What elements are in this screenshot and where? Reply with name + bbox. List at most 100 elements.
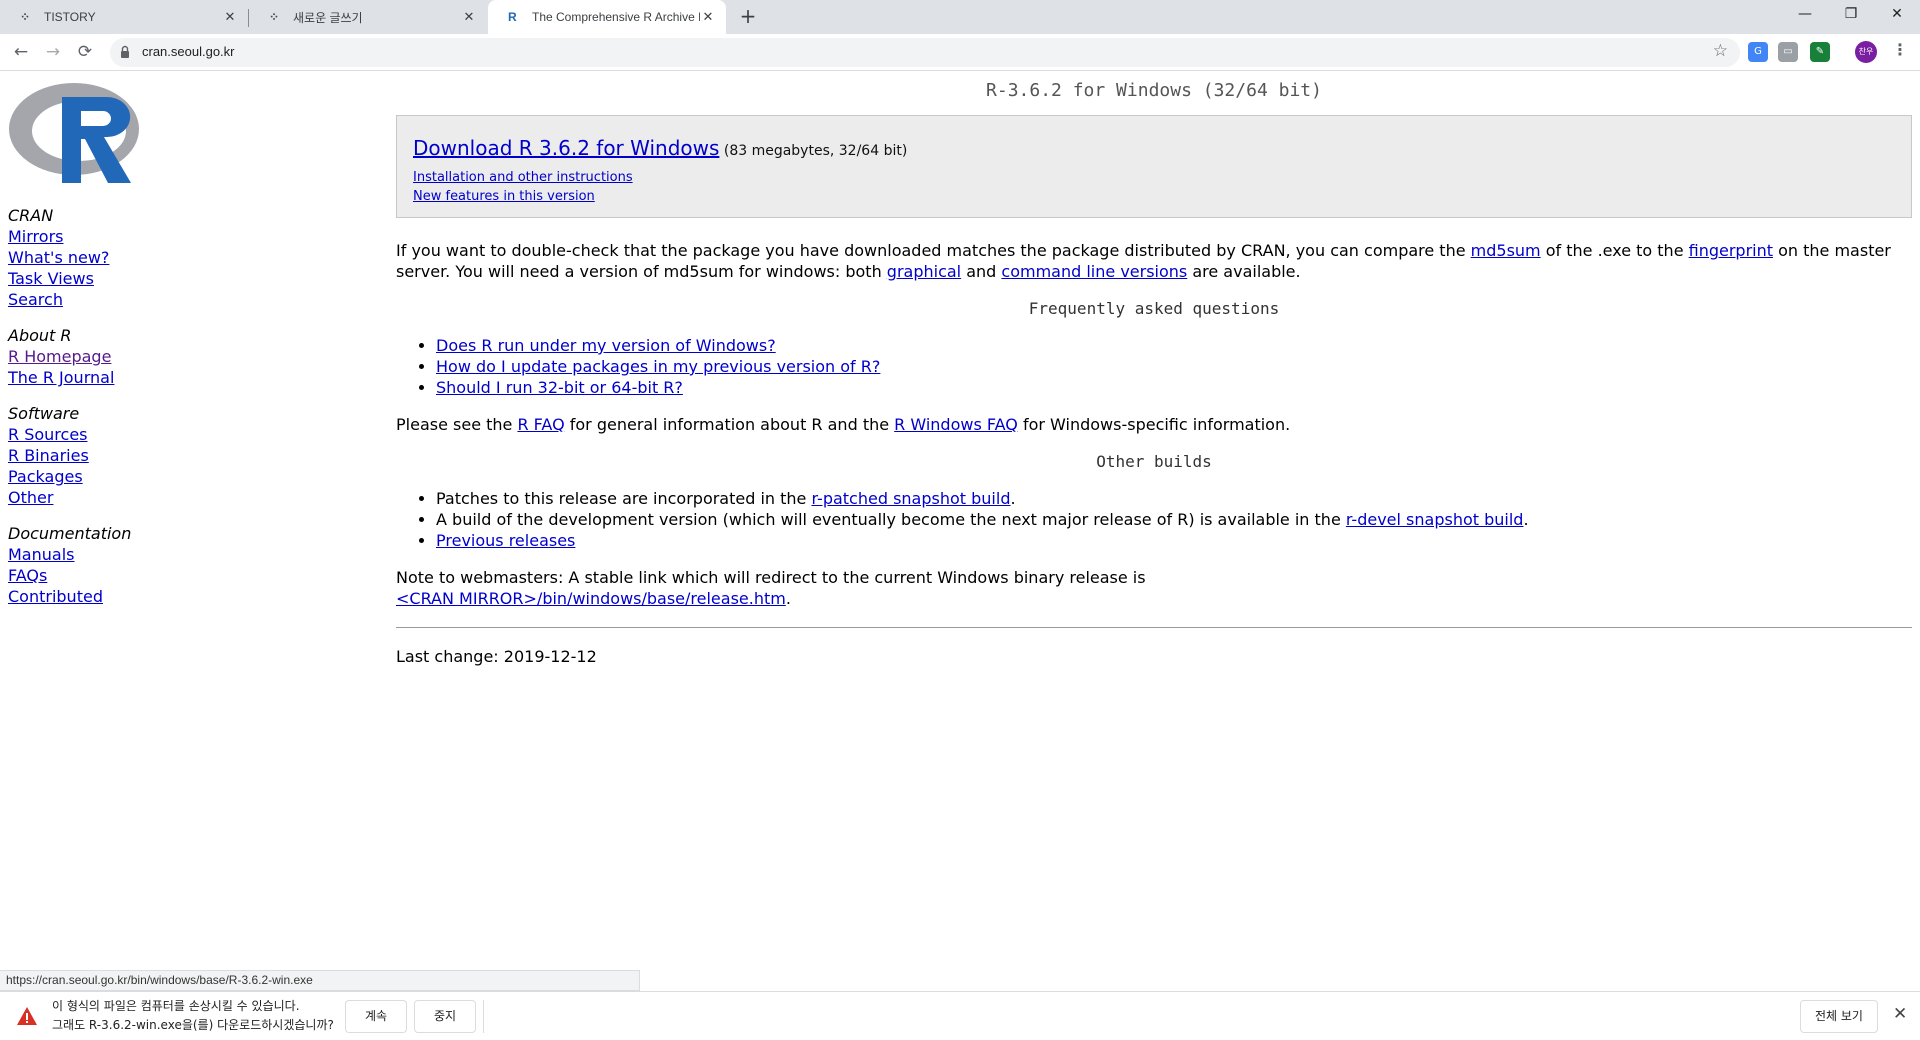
download-size-text: (83 megabytes, 32/64 bit)	[719, 143, 908, 159]
sidebar-section-title: CRAN	[8, 206, 54, 225]
minimize-button[interactable]: —	[1782, 0, 1828, 30]
other-builds-heading: Other builds	[1096, 452, 1212, 471]
paragraph-text: are available.	[1187, 262, 1301, 281]
sidebar-link-whats-new[interactable]: What's new?	[8, 247, 308, 268]
list-item: How do I update packages in my previous …	[436, 356, 1912, 377]
extension-icon[interactable]: ▭	[1778, 42, 1798, 62]
forward-button[interactable]: →	[40, 39, 66, 65]
installation-instructions-link[interactable]: Installation and other instructions	[413, 168, 1911, 187]
new-features-link[interactable]: New features in this version	[413, 187, 1911, 206]
previous-releases-link[interactable]: Previous releases	[436, 531, 575, 550]
tab-label: TISTORY	[44, 10, 96, 24]
punctuation: .	[785, 589, 791, 608]
fingerprint-link[interactable]: fingerprint	[1689, 241, 1773, 260]
r-devel-link[interactable]: r-devel snapshot build	[1346, 510, 1524, 529]
page-title: R-3.6.2 for Windows (32/64 bit)	[986, 80, 1322, 101]
close-icon[interactable]: ✕	[700, 9, 716, 25]
back-button[interactable]: ←	[8, 39, 34, 65]
restore-button[interactable]: ❐	[1828, 0, 1874, 30]
profile-avatar[interactable]: 찬우	[1855, 41, 1877, 63]
paragraph-text: If you want to double-check that the pac…	[396, 241, 1471, 260]
list-item: Patches to this release are incorporated…	[436, 488, 1912, 509]
paragraph-text: Please see the	[396, 415, 518, 434]
warning-icon	[17, 1007, 37, 1025]
tistory-icon: ⁘	[20, 10, 31, 24]
paragraph-text: Note to webmasters: A stable link which …	[396, 568, 1146, 587]
paragraph-text: Patches to this release are incorporated…	[436, 489, 812, 508]
md5sum-link[interactable]: md5sum	[1471, 241, 1541, 260]
menu-icon[interactable]: ⋮	[1892, 40, 1908, 59]
faq-link-32-64-bit[interactable]: Should I run 32-bit or 64-bit R?	[436, 378, 683, 397]
r-faq-link[interactable]: R FAQ	[517, 415, 564, 434]
warning-line: 그래도 R-3.6.2-win.exe을(를) 다운로드하시겠습니까?	[52, 1018, 334, 1032]
close-icon[interactable]: ✕	[222, 9, 238, 25]
r-favicon-icon: R	[508, 10, 517, 24]
sidebar-link-faqs[interactable]: FAQs	[8, 565, 308, 586]
list-item: Does R run under my version of Windows?	[436, 335, 1912, 356]
release-htm-link[interactable]: <CRAN MIRROR>/bin/windows/base/release.h…	[396, 589, 786, 608]
list-item: A build of the development version (whic…	[436, 509, 1912, 530]
main-content: R-3.6.2 for Windows (32/64 bit) Download…	[396, 71, 1912, 667]
warning-line: 이 형식의 파일은 컴퓨터를 손상시킬 수 있습니다.	[52, 999, 300, 1013]
download-shelf: 이 형식의 파일은 컴퓨터를 손상시킬 수 있습니다. 그래도 R-3.6.2-…	[0, 991, 1920, 1040]
new-tab-button[interactable]: +	[736, 5, 760, 29]
sidebar-link-r-journal[interactable]: The R Journal	[8, 367, 308, 388]
continue-button[interactable]: 계속	[345, 1000, 407, 1033]
list-item: Previous releases	[436, 530, 1912, 551]
faq-list: Does R run under my version of Windows? …	[396, 335, 1912, 398]
divider	[483, 1000, 484, 1033]
tab-label: The Comprehensive R Archive N	[532, 10, 700, 24]
graphical-link[interactable]: graphical	[887, 262, 961, 281]
faq-link-windows-version[interactable]: Does R run under my version of Windows?	[436, 336, 776, 355]
show-all-button[interactable]: 전체 보기	[1800, 1000, 1878, 1033]
punctuation: .	[1010, 489, 1016, 508]
webmaster-note: Note to webmasters: A stable link which …	[396, 567, 1912, 609]
tab-label: 새로운 글쓰기	[293, 10, 363, 25]
builds-list: Patches to this release are incorporated…	[396, 488, 1912, 551]
r-logo[interactable]	[7, 79, 142, 185]
punctuation: .	[1523, 510, 1529, 529]
tab-cran[interactable]: R The Comprehensive R Archive N ✕	[488, 0, 726, 34]
paragraph-text: and	[961, 262, 1002, 281]
status-url-bar: https://cran.seoul.go.kr/bin/windows/bas…	[0, 970, 640, 991]
tab-new-post[interactable]: ⁘ 새로운 글쓰기 ✕	[249, 0, 487, 34]
tab-tistory[interactable]: ⁘ TISTORY ✕	[0, 0, 248, 34]
sidebar-nav: CRAN Mirrors What's new? Task Views Sear…	[8, 205, 308, 607]
sidebar-link-manuals[interactable]: Manuals	[8, 544, 308, 565]
translate-extension-icon[interactable]: G	[1748, 42, 1768, 62]
bookmark-star-icon[interactable]: ☆	[1713, 41, 1728, 61]
url-text: cran.seoul.go.kr	[142, 44, 235, 59]
sidebar-section-title: Software	[8, 404, 80, 423]
extension-icon[interactable]: ✎	[1810, 42, 1830, 62]
md5-paragraph: If you want to double-check that the pac…	[396, 240, 1912, 282]
sidebar-link-search[interactable]: Search	[8, 289, 308, 310]
tistory-icon: ⁘	[269, 10, 280, 24]
sidebar-link-contributed[interactable]: Contributed	[8, 586, 308, 607]
faq-link-update-packages[interactable]: How do I update packages in my previous …	[436, 357, 880, 376]
close-icon[interactable]: ✕	[461, 9, 477, 25]
sidebar-link-task-views[interactable]: Task Views	[8, 268, 308, 289]
last-change-text: Last change: 2019-12-12	[396, 647, 597, 666]
sidebar-link-other[interactable]: Other	[8, 487, 308, 508]
command-line-versions-link[interactable]: command line versions	[1001, 262, 1187, 281]
sidebar-link-packages[interactable]: Packages	[8, 466, 308, 487]
paragraph-text: for general information about R and the	[564, 415, 895, 434]
sidebar-section-title: About R	[8, 326, 72, 345]
address-bar[interactable]: cran.seoul.go.kr ☆	[110, 38, 1740, 67]
reload-button[interactable]: ⟳	[72, 39, 98, 65]
close-icon[interactable]: ✕	[1893, 1004, 1907, 1024]
cancel-button[interactable]: 중지	[414, 1000, 476, 1033]
sidebar-link-r-sources[interactable]: R Sources	[8, 424, 308, 445]
r-windows-faq-link[interactable]: R Windows FAQ	[894, 415, 1018, 434]
sidebar-link-mirrors[interactable]: Mirrors	[8, 226, 308, 247]
download-r-link[interactable]: Download R 3.6.2 for Windows	[413, 136, 719, 160]
sidebar-link-r-binaries[interactable]: R Binaries	[8, 445, 308, 466]
paragraph-text: for Windows-specific information.	[1017, 415, 1291, 434]
see-faq-paragraph: Please see the R FAQ for general informa…	[396, 414, 1912, 435]
browser-toolbar: ← → ⟳ cran.seoul.go.kr ☆ G ▭ ✎ 찬우 ⋮	[0, 34, 1920, 71]
paragraph-text: of the .exe to the	[1540, 241, 1689, 260]
sidebar-link-r-homepage[interactable]: R Homepage	[8, 346, 308, 367]
page-content: CRAN Mirrors What's new? Task Views Sear…	[0, 71, 1920, 971]
window-close-button[interactable]: ✕	[1874, 0, 1920, 30]
r-patched-link[interactable]: r-patched snapshot build	[811, 489, 1010, 508]
